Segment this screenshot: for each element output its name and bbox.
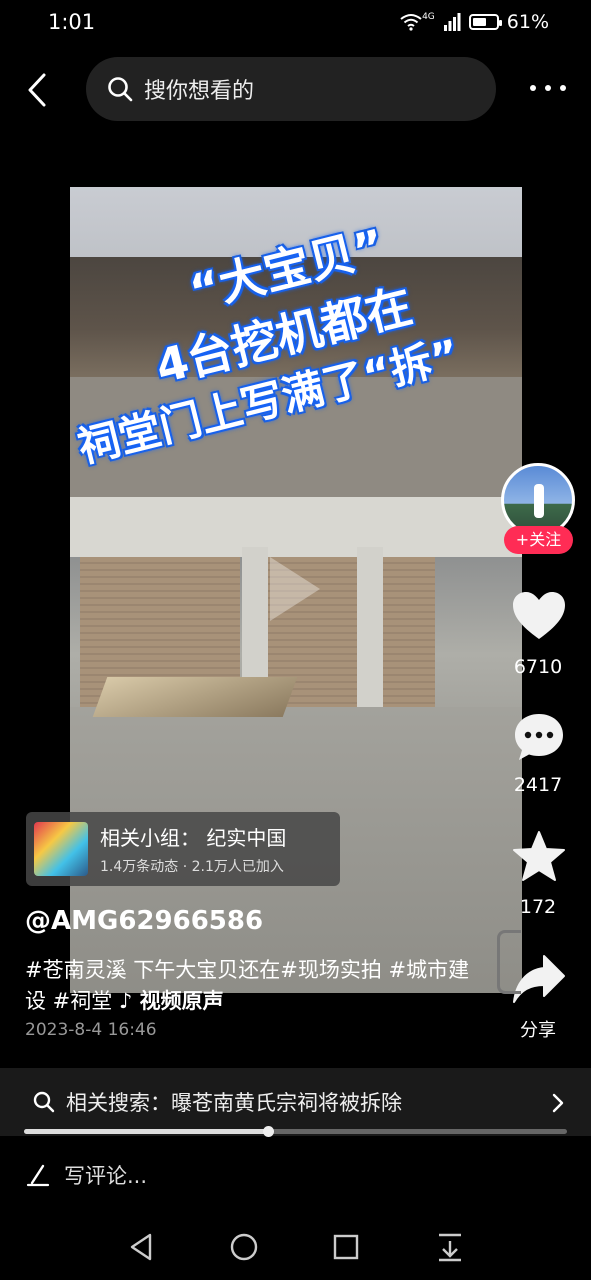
back-icon[interactable] [24,72,54,108]
nav-recents-icon[interactable] [333,1234,359,1260]
wifi-icon [400,14,422,31]
comment-count-text: 2417 [513,774,563,796]
network-label: 4G [422,12,435,22]
comment-count: 2417 [498,774,578,796]
search-input[interactable]: 搜你想看的 [86,57,496,121]
pen-icon [26,1164,50,1187]
play-icon [270,557,320,621]
music-label[interactable]: ♪ 视频原声 [119,989,224,1013]
follow-button[interactable]: +关注 [504,526,573,554]
group-stats: 1.4万条动态 · 2.1万人已加入 [100,859,284,875]
caption-text: #苍南灵溪 下午大宝贝还在#现场实拍 #城市建设 #祠堂 [25,958,470,1013]
share-label: 分享 [498,1016,578,1042]
search-icon [108,77,133,102]
search-placeholder: 搜你想看的 [144,79,255,104]
status-icons: 4G 61% [400,11,549,33]
battery-icon [468,14,502,30]
heart-icon[interactable] [511,590,567,642]
group-title: 相关小组： 纪实中国 [100,826,287,850]
comment-placeholder: 写评论... [64,1164,148,1188]
post-date: 2023-8-4 16:46 [25,1020,157,1040]
star-icon[interactable] [512,830,566,884]
author-name[interactable]: @AMG62966586 [25,906,263,936]
status-bar: 1:01 4G 61% [0,0,591,46]
video-pillar [357,547,383,712]
like-count-text: 6710 [513,656,563,678]
group-thumbnail [34,822,88,876]
search-icon [33,1091,55,1113]
video-progress-bar[interactable] [24,1126,567,1137]
nav-menu-icon[interactable] [437,1232,463,1262]
related-group-card[interactable]: 相关小组： 纪实中国 1.4万条动态 · 2.1万人已加入 [26,812,340,886]
favorite-count-text: 172 [519,896,557,918]
related-search-bar[interactable]: 相关搜索：曝苍南黄氏宗祠将被拆除 [0,1068,591,1136]
video-debris [92,677,298,717]
share-label-text: 分享 [520,1020,556,1041]
video-phone-edge [497,930,521,994]
video-building-floor [70,497,522,557]
comment-icon[interactable] [513,712,565,764]
signal-icon [443,13,461,31]
related-search-text: 相关搜索：曝苍南黄氏宗祠将被拆除 [66,1091,402,1115]
like-count: 6710 [498,656,578,678]
comment-input[interactable]: 写评论... [0,1140,591,1210]
video-overlay-text: “大宝贝” 4台挖机都在 祠堂门上写满了“拆” [70,187,522,472]
video-caption[interactable]: #苍南灵溪 下午大宝贝还在#现场实拍 #城市建设 #祠堂 ♪ 视频原声 [25,955,475,1017]
more-icon[interactable] [530,78,566,98]
video-shutter [375,557,435,707]
system-navigation-bar [0,1210,591,1280]
favorite-count: 172 [498,896,578,918]
battery-percent: 61% [506,11,549,33]
progress-fill [24,1129,269,1134]
status-time: 1:01 [48,10,96,34]
nav-home-icon[interactable] [229,1232,259,1262]
nav-back-icon[interactable] [128,1232,154,1262]
chevron-right-icon [552,1093,564,1113]
